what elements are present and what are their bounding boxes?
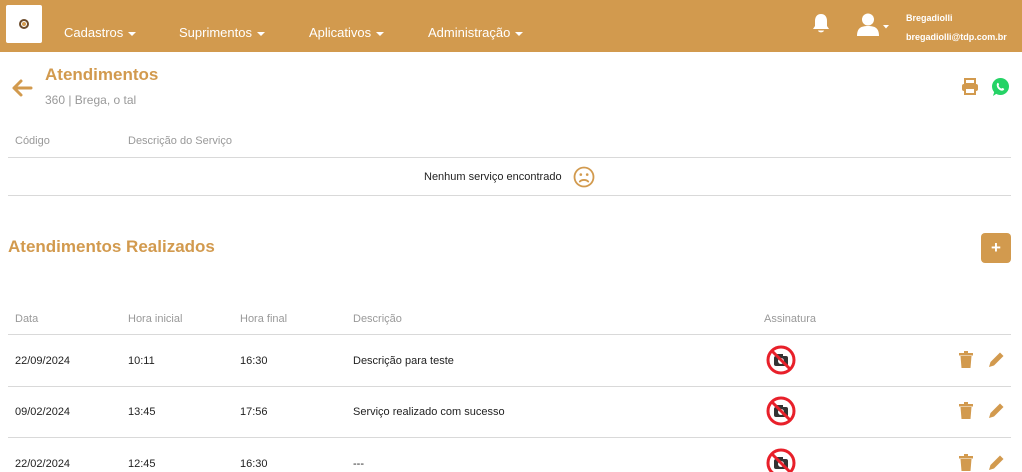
divider xyxy=(8,386,1011,387)
page-title: Atendimentos xyxy=(45,65,159,84)
divider xyxy=(8,437,1011,438)
row-end-time: 16:30 xyxy=(240,355,268,367)
row-description: --- xyxy=(353,458,364,470)
top-navbar: Cadastros Suprimentos Aplicativos Admini… xyxy=(0,0,1022,52)
nav-aplicativos[interactable]: Aplicativos xyxy=(309,25,385,40)
chevron-down-icon xyxy=(376,31,385,36)
column-header-data: Data xyxy=(15,313,39,325)
no-photo-icon xyxy=(766,345,796,375)
page-subtitle: 360 | Brega, o tal xyxy=(45,93,137,107)
sad-face-icon xyxy=(573,166,595,188)
row-start-time: 13:45 xyxy=(128,406,156,418)
chevron-down-icon xyxy=(256,31,265,36)
row-end-time: 16:30 xyxy=(240,458,268,470)
divider xyxy=(8,334,1011,335)
user-name[interactable]: Bregadiolli xyxy=(906,13,953,23)
empty-services-message: Nenhum serviço encontrado xyxy=(424,171,562,183)
trash-icon[interactable] xyxy=(959,402,973,419)
column-header-descricao: Descrição xyxy=(353,313,402,325)
column-header-hora-final: Hora final xyxy=(240,313,288,325)
divider xyxy=(8,157,1011,158)
row-description: Serviço realizado com sucesso xyxy=(353,406,505,418)
whatsapp-icon[interactable] xyxy=(990,77,1010,97)
row-end-time: 17:56 xyxy=(240,406,268,418)
row-description: Descrição para teste xyxy=(353,355,454,367)
row-date: 09/02/2024 xyxy=(15,406,71,418)
trash-icon[interactable] xyxy=(959,454,973,471)
nav-suprimentos[interactable]: Suprimentos xyxy=(179,25,265,40)
nav-aplicativos-label: Aplicativos xyxy=(309,25,372,40)
pencil-icon[interactable] xyxy=(988,454,1005,471)
no-photo-icon xyxy=(766,396,796,426)
column-header-descricao-servico: Descrição do Serviço xyxy=(128,135,232,147)
trash-icon[interactable] xyxy=(959,351,973,368)
print-icon[interactable] xyxy=(961,78,979,95)
row-start-time: 12:45 xyxy=(128,458,156,470)
chevron-down-icon xyxy=(515,31,524,36)
logo-mark xyxy=(19,19,29,29)
bell-icon[interactable] xyxy=(811,13,831,35)
column-header-codigo: Código xyxy=(15,135,50,147)
user-icon[interactable] xyxy=(856,13,890,37)
nav-administracao-label: Administração xyxy=(428,25,511,40)
company-logo[interactable] xyxy=(6,5,42,43)
nav-administracao[interactable]: Administração xyxy=(428,25,524,40)
nav-cadastros[interactable]: Cadastros xyxy=(64,25,137,40)
divider xyxy=(8,195,1011,196)
user-email[interactable]: bregadiolli@tdp.com.br xyxy=(906,32,1007,42)
back-arrow-icon[interactable] xyxy=(11,78,33,98)
column-header-hora-inicial: Hora inicial xyxy=(128,313,183,325)
no-photo-icon xyxy=(766,448,796,472)
column-header-assinatura: Assinatura xyxy=(764,313,816,325)
pencil-icon[interactable] xyxy=(988,351,1005,368)
nav-cadastros-label: Cadastros xyxy=(64,25,124,40)
row-date: 22/09/2024 xyxy=(15,355,71,367)
chevron-down-icon xyxy=(128,31,137,36)
nav-suprimentos-label: Suprimentos xyxy=(179,25,252,40)
pencil-icon[interactable] xyxy=(988,402,1005,419)
row-date: 22/02/2024 xyxy=(15,458,71,470)
row-start-time: 10:11 xyxy=(128,355,155,367)
section-title-atendimentos-realizados: Atendimentos Realizados xyxy=(8,237,215,256)
add-atendimento-button[interactable]: + xyxy=(981,233,1011,263)
